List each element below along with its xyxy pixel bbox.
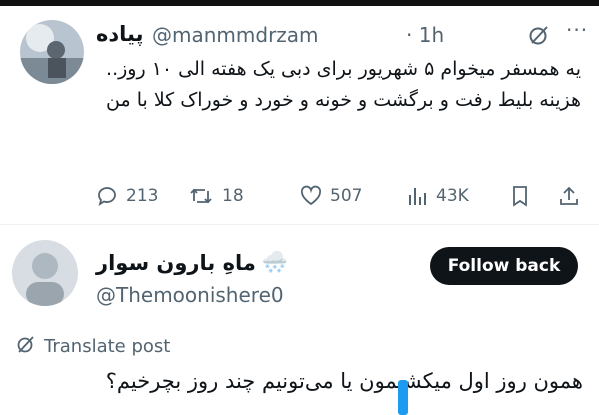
avatar[interactable] [12, 240, 78, 306]
translate-post-link[interactable]: Translate post [16, 334, 170, 359]
like-count: 507 [330, 186, 363, 206]
translate-label: Translate post [44, 336, 171, 357]
avatar[interactable] [20, 20, 84, 84]
top-dark-bar [0, 0, 599, 6]
follow-back-button[interactable]: Follow back [430, 247, 578, 285]
repost-button[interactable]: 18 [188, 182, 244, 210]
grok-icon[interactable] [528, 24, 550, 46]
translate-icon [16, 334, 36, 359]
views-icon [406, 185, 428, 207]
reply-button[interactable]: 213 [96, 182, 158, 210]
post-header: پیاده @manmmdrzam · 1h ··· [96, 18, 587, 52]
views-count: 43K [436, 186, 469, 206]
views-button[interactable]: 43K [406, 182, 469, 210]
weather-emoji-icon: 🌨️ [261, 250, 289, 274]
reply-author[interactable]: ماهِ بارون سوار 🌨️ [96, 250, 288, 275]
author-name[interactable]: پیاده [96, 22, 144, 46]
like-icon [300, 185, 322, 207]
post-text: یه همسفر میخوام ۵ شهریور برای دبی یک هفت… [106, 58, 581, 111]
reply-author-handle[interactable]: @Themoonishere0 [96, 283, 284, 307]
text-cursor-marker [398, 380, 408, 415]
reply-icon [96, 185, 118, 207]
share-button[interactable] [558, 182, 580, 210]
repost-icon [188, 185, 214, 207]
share-icon [558, 185, 580, 207]
bookmark-button[interactable] [510, 182, 530, 210]
reply-text: همون روز اول میکشیمون یا می‌تونیم چند رو… [105, 369, 583, 393]
author-handle[interactable]: @manmmdrzam [152, 23, 319, 47]
repost-count: 18 [222, 186, 244, 206]
like-button[interactable]: 507 [300, 182, 362, 210]
post-time[interactable]: · 1h [406, 23, 444, 47]
bookmark-icon [510, 185, 530, 207]
post-divider [0, 224, 599, 225]
post-actions: 213 18 507 43K [96, 182, 581, 210]
more-icon[interactable]: ··· [566, 18, 588, 42]
reply-count: 213 [126, 186, 159, 206]
reply-author-name: ماهِ بارون سوار [96, 250, 256, 275]
